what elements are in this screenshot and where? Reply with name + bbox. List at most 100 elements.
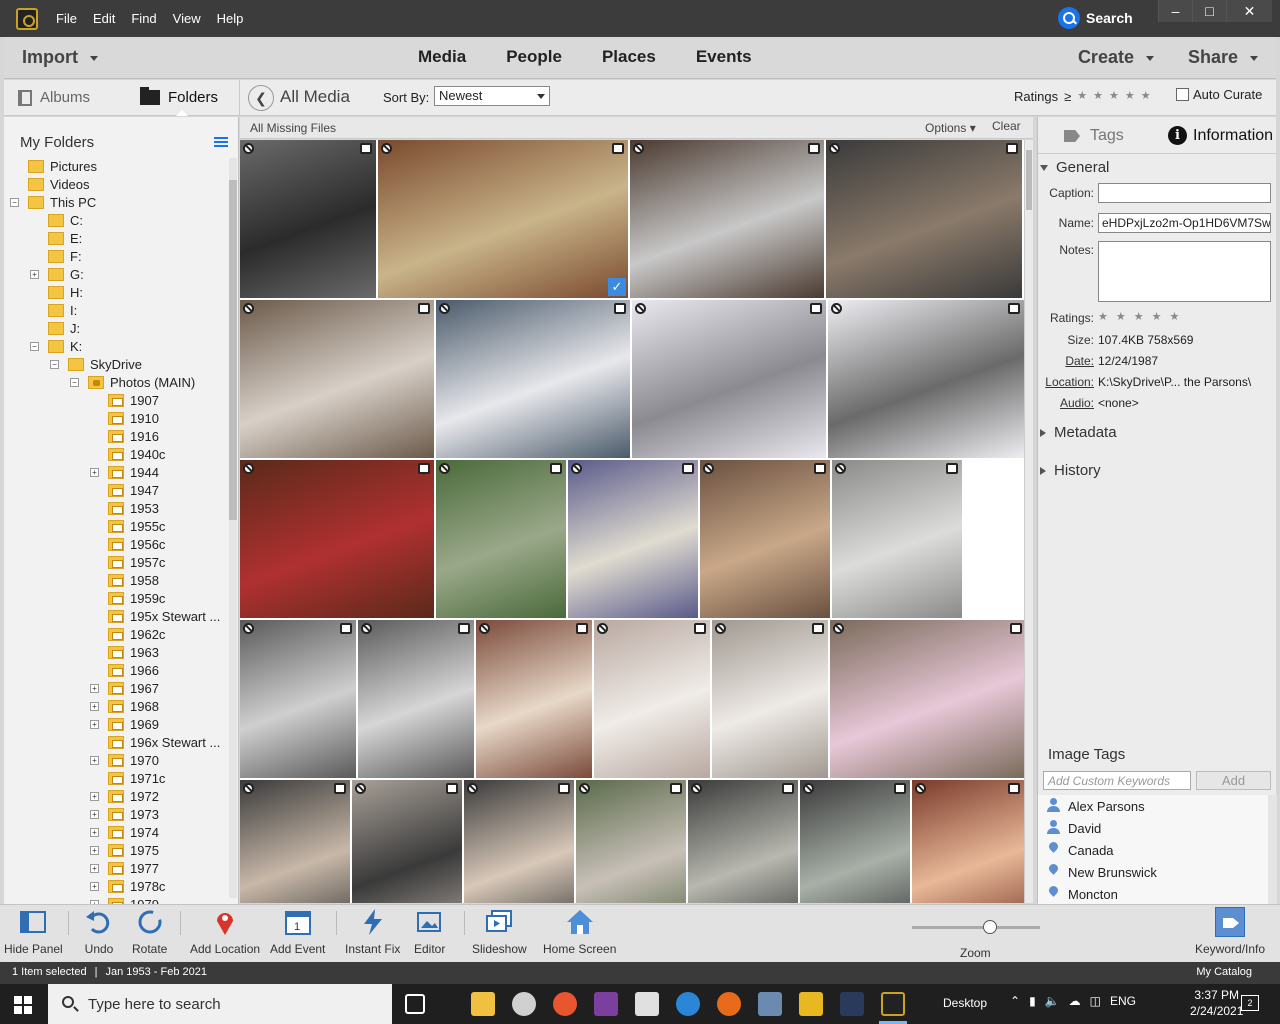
app-icon[interactable] [799, 992, 823, 1016]
app-icon[interactable] [717, 992, 741, 1016]
photo-thumbnail[interactable] [688, 780, 798, 903]
tree-item[interactable]: Pictures [4, 158, 229, 176]
star-icon[interactable]: ★ [1077, 89, 1087, 104]
star-icon[interactable]: ★ [1098, 310, 1108, 323]
collapse-icon[interactable]: − [50, 360, 59, 369]
notes-field[interactable] [1098, 241, 1271, 302]
elements-organizer-icon[interactable] [881, 992, 905, 1016]
tree-item[interactable]: − SkyDrive [4, 356, 229, 374]
photo-thumbnail[interactable] [830, 620, 1024, 778]
tree-item[interactable]: 1910 [4, 410, 229, 428]
tree-item[interactable]: − Photos (MAIN) [4, 374, 229, 392]
name-field[interactable]: eHDPxjLzo2m-Op1HD6VM7Sw [1098, 213, 1271, 233]
scrollbar[interactable] [229, 158, 237, 898]
menu-help[interactable]: Help [217, 11, 244, 26]
tree-item[interactable]: +1944 [4, 464, 229, 482]
section-metadata[interactable]: Metadata [1040, 424, 1117, 441]
nav-places[interactable]: Places [602, 47, 656, 67]
image-tag-item[interactable]: David [1038, 817, 1268, 839]
photo-thumbnail[interactable] [240, 620, 356, 778]
tree-item[interactable]: +1968 [4, 698, 229, 716]
tree-item[interactable]: E: [4, 230, 229, 248]
photo-thumbnail[interactable] [240, 460, 434, 618]
zoom-slider-handle[interactable] [983, 920, 997, 934]
location-link[interactable]: Location: [1040, 375, 1094, 389]
tree-item[interactable]: +1973 [4, 806, 229, 824]
photo-thumbnail[interactable] [712, 620, 828, 778]
section-history[interactable]: History [1040, 462, 1101, 479]
battery-icon[interactable]: ▮ [1029, 994, 1036, 1008]
star-icon[interactable]: ★ [1093, 89, 1103, 104]
rating-stars[interactable]: ★ ★ ★ ★ ★ [1098, 310, 1179, 323]
windows-start-icon[interactable] [14, 996, 32, 1014]
collapse-icon[interactable]: − [10, 198, 19, 207]
tree-item[interactable]: C: [4, 212, 229, 230]
slideshow-button[interactable]: Slideshow [472, 907, 527, 956]
add-location-button[interactable]: Add Location [190, 907, 260, 956]
photo-thumbnail[interactable] [436, 460, 566, 618]
tree-item[interactable]: + G: [4, 266, 229, 284]
photo-thumbnail[interactable] [832, 460, 962, 618]
date-link[interactable]: Date: [1040, 354, 1094, 368]
menu-edit[interactable]: Edit [93, 11, 115, 26]
tree-item[interactable]: 1962c [4, 626, 229, 644]
tree-item[interactable]: 1957c [4, 554, 229, 572]
tree-item[interactable]: +1974 [4, 824, 229, 842]
minimize-button[interactable]: – [1158, 0, 1192, 22]
search-button[interactable]: Search [1058, 7, 1133, 29]
add-event-button[interactable]: 1 Add Event [270, 907, 325, 956]
tree-item[interactable]: 1940c [4, 446, 229, 464]
cloud-icon[interactable]: ☁ [1069, 994, 1081, 1008]
tab-folders[interactable]: Folders [140, 87, 218, 106]
keyword-input[interactable]: Add Custom Keywords [1043, 771, 1191, 790]
home-screen-button[interactable]: Home Screen [543, 907, 616, 956]
photo-thumbnail[interactable] [436, 300, 630, 458]
photo-thumbnail[interactable] [568, 460, 698, 618]
expand-icon[interactable]: + [90, 864, 99, 873]
tree-item[interactable]: +1977 [4, 860, 229, 878]
keyword-info-button[interactable]: Keyword/Info [1195, 907, 1265, 956]
tree-item[interactable]: 1959c [4, 590, 229, 608]
desktop-toolbar[interactable]: Desktop [943, 996, 987, 1010]
nav-people[interactable]: People [506, 47, 562, 67]
scrollbar-thumb[interactable] [1026, 150, 1032, 210]
photo-thumbnail[interactable] [594, 620, 710, 778]
star-icon[interactable]: ★ [1141, 89, 1151, 104]
add-keyword-button[interactable]: Add [1196, 771, 1271, 790]
photo-thumbnail[interactable] [632, 300, 826, 458]
photo-thumbnail[interactable] [576, 780, 686, 903]
file-explorer-icon[interactable] [471, 992, 495, 1016]
firefox-icon[interactable] [553, 992, 577, 1016]
expand-icon[interactable]: + [90, 756, 99, 765]
tree-item[interactable]: 1947 [4, 482, 229, 500]
hide-panel-button[interactable]: Hide Panel [4, 907, 63, 956]
photo-thumbnail[interactable] [240, 780, 350, 903]
photo-thumbnail[interactable] [352, 780, 462, 903]
collapse-icon[interactable]: − [30, 342, 39, 351]
photo-thumbnail[interactable] [358, 620, 474, 778]
onenote-icon[interactable] [594, 992, 618, 1016]
tree-item[interactable]: +1978c [4, 878, 229, 896]
expand-icon[interactable]: + [90, 468, 99, 477]
editor-button[interactable]: Editor [414, 907, 445, 956]
tree-item[interactable]: 1907 [4, 392, 229, 410]
clear-button[interactable]: Clear [992, 119, 1021, 133]
photo-thumbnail[interactable] [240, 300, 434, 458]
tree-item[interactable]: J: [4, 320, 229, 338]
tree-item[interactable]: +1967 [4, 680, 229, 698]
expand-icon[interactable]: + [90, 720, 99, 729]
nav-media[interactable]: Media [418, 47, 466, 67]
rotate-button[interactable]: Rotate [132, 907, 167, 956]
photo-thumbnail[interactable] [826, 140, 1022, 298]
star-icon[interactable]: ★ [1109, 89, 1119, 104]
tree-item[interactable]: 1916 [4, 428, 229, 446]
image-tag-item[interactable]: Alex Parsons [1038, 795, 1268, 817]
language-indicator[interactable]: ENG [1110, 994, 1136, 1008]
clock[interactable]: 3:37 PM 2/24/2021 [1190, 987, 1243, 1019]
photo-thumbnail[interactable] [464, 780, 574, 903]
panel-menu-icon[interactable] [214, 137, 228, 147]
tree-item[interactable]: 1963 [4, 644, 229, 662]
sort-select[interactable]: Newest [434, 86, 550, 106]
photo-thumbnail[interactable] [828, 300, 1024, 458]
share-menu[interactable]: Share [1188, 47, 1258, 68]
